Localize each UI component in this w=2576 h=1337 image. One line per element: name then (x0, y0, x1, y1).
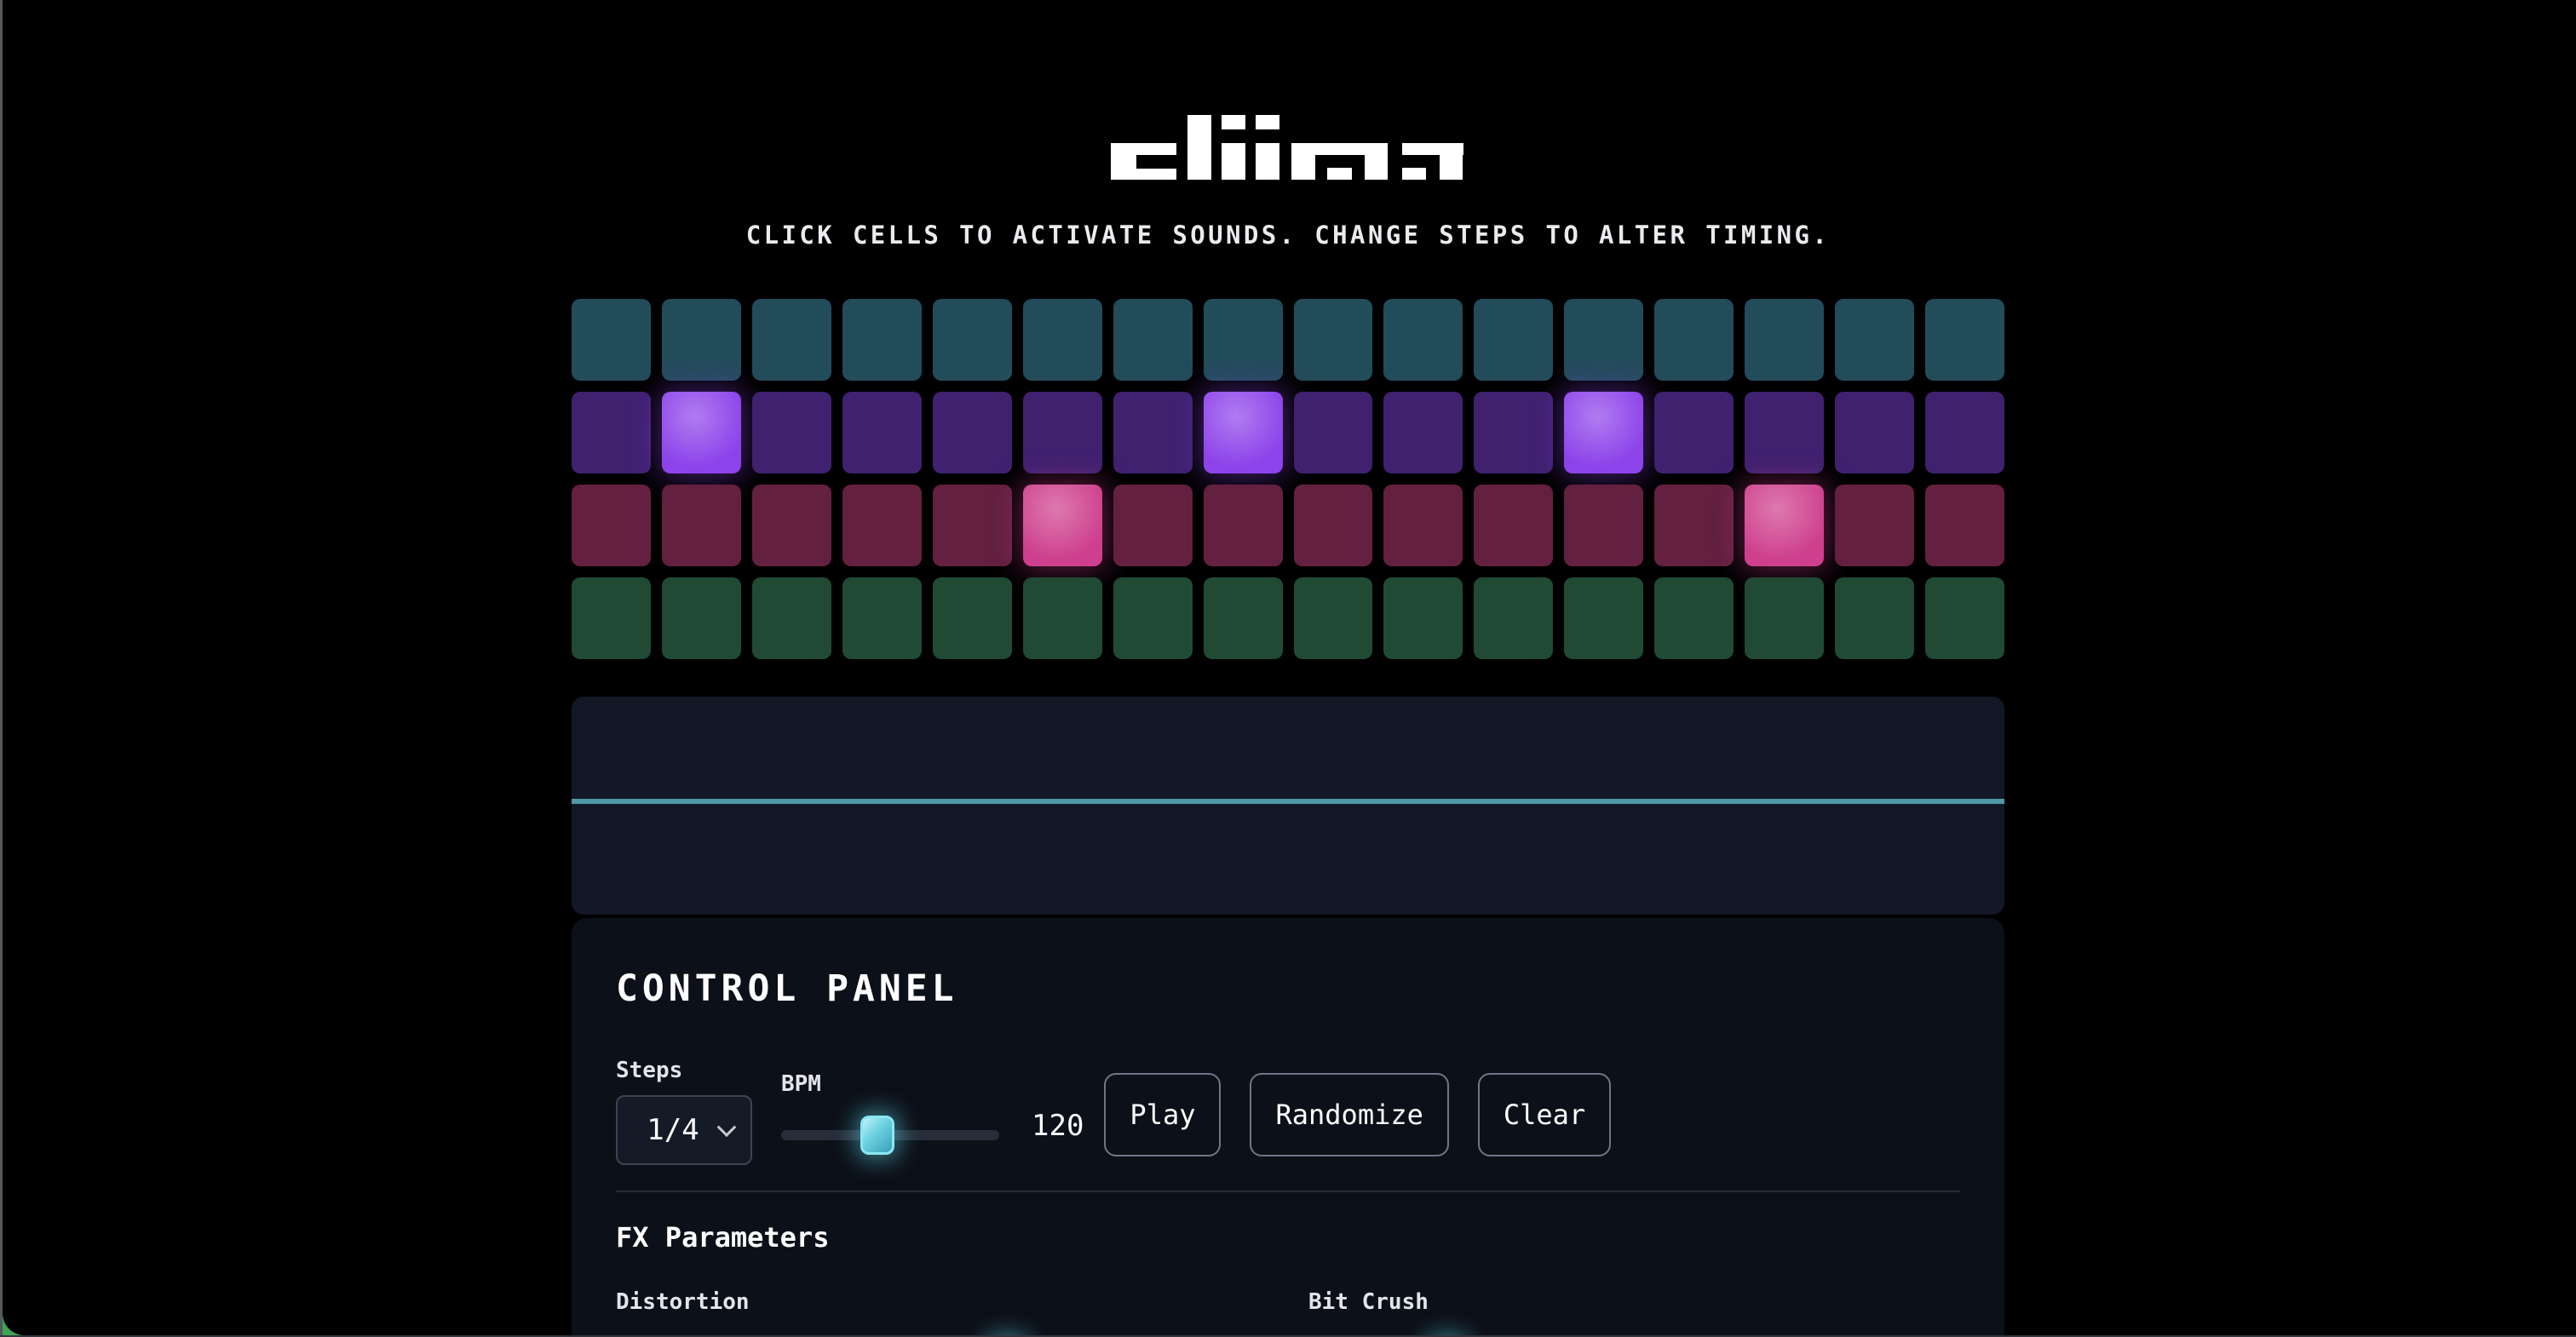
bpm-label: BPM (781, 1071, 999, 1097)
fx-param-bit-crush: Bit Crush (1308, 1289, 1960, 1337)
grid-cell[interactable] (572, 299, 651, 381)
grid-cell[interactable] (1654, 577, 1734, 659)
chevron-down-icon (717, 1117, 737, 1137)
grid-cell[interactable] (933, 577, 1012, 659)
transport-buttons: Play Randomize Clear (1104, 1073, 1611, 1156)
clear-button[interactable]: Clear (1478, 1073, 1611, 1156)
grid-cell[interactable] (1835, 485, 1914, 566)
app-logo (1111, 115, 1465, 180)
grid-cell[interactable] (1564, 392, 1643, 473)
bpm-slider-thumb[interactable] (860, 1116, 894, 1155)
bpm-slider-track[interactable] (781, 1130, 999, 1140)
grid-cell[interactable] (842, 299, 922, 381)
grid-cell[interactable] (1113, 299, 1193, 381)
grid-cell[interactable] (1113, 392, 1193, 473)
grid-cell[interactable] (933, 485, 1012, 566)
grid-cell[interactable] (1564, 299, 1643, 381)
grid-cell[interactable] (842, 392, 922, 473)
waveform-visualizer (572, 697, 2004, 915)
grid-cell[interactable] (662, 299, 741, 381)
randomize-button[interactable]: Randomize (1250, 1073, 1448, 1156)
grid-cell[interactable] (842, 485, 922, 566)
fx-param-label: Bit Crush (1308, 1289, 1960, 1315)
grid-cell[interactable] (1474, 299, 1553, 381)
grid-cell[interactable] (752, 392, 831, 473)
bpm-value: 120 (1032, 1109, 1084, 1143)
grid-cell[interactable] (1383, 577, 1463, 659)
grid-cell[interactable] (1925, 577, 2004, 659)
grid-cell[interactable] (1383, 392, 1463, 473)
waveform-line (572, 799, 2004, 804)
bpm-group: BPM (781, 1071, 999, 1155)
grid-cell[interactable] (752, 485, 831, 566)
grid-cell[interactable] (1294, 299, 1373, 381)
grid-cell[interactable] (933, 299, 1012, 381)
grid-cell[interactable] (933, 392, 1012, 473)
fx-param-label: Distortion (616, 1289, 1268, 1315)
grid-cell[interactable] (1564, 577, 1643, 659)
grid-cell[interactable] (1745, 485, 1824, 566)
app-subtitle: CLICK CELLS TO ACTIVATE SOUNDS. CHANGE S… (572, 221, 2004, 250)
grid-cell[interactable] (1204, 577, 1283, 659)
grid-cell[interactable] (1023, 485, 1102, 566)
grid-cell[interactable] (1023, 392, 1102, 473)
grid-cell[interactable] (752, 299, 831, 381)
app-header: CLICK CELLS TO ACTIVATE SOUNDS. CHANGE S… (572, 115, 2004, 250)
grid-cell[interactable] (1023, 299, 1102, 381)
fx-param-distortion: Distortion (616, 1289, 1268, 1337)
grid-cell[interactable] (1654, 299, 1734, 381)
grid-cell[interactable] (1204, 392, 1283, 473)
grid-cell[interactable] (1474, 577, 1553, 659)
grid-cell[interactable] (1383, 299, 1463, 381)
grid-cell[interactable] (1204, 485, 1283, 566)
control-panel-title: CONTROL PANEL (616, 967, 1960, 1012)
grid-cell[interactable] (1745, 577, 1824, 659)
grid-cell[interactable] (1383, 485, 1463, 566)
grid-cell[interactable] (1294, 485, 1373, 566)
grid-cell[interactable] (1564, 485, 1643, 566)
sequencer-grid (572, 299, 2004, 659)
grid-cell[interactable] (662, 485, 741, 566)
grid-cell[interactable] (1204, 299, 1283, 381)
window-left-edge (0, 0, 3, 1337)
grid-cell[interactable] (1835, 577, 1914, 659)
play-button[interactable]: Play (1104, 1073, 1221, 1156)
window-corner-mask (3, 1281, 57, 1335)
grid-cell[interactable] (1745, 392, 1824, 473)
grid-cell[interactable] (1925, 392, 2004, 473)
fx-title: FX Parameters (616, 1221, 1960, 1254)
grid-cell[interactable] (1654, 392, 1734, 473)
steps-select-value: 1/4 (647, 1113, 699, 1147)
grid-cell[interactable] (1113, 485, 1193, 566)
grid-cell[interactable] (1835, 299, 1914, 381)
grid-cell[interactable] (752, 577, 831, 659)
grid-cell[interactable] (1654, 485, 1734, 566)
app: CLICK CELLS TO ACTIVATE SOUNDS. CHANGE S… (572, 115, 2004, 1337)
grid-cell[interactable] (572, 485, 651, 566)
grid-cell[interactable] (1294, 392, 1373, 473)
steps-label: Steps (616, 1058, 752, 1083)
grid-cell[interactable] (1474, 485, 1553, 566)
fx-grid: Distortion Bit Crush (616, 1289, 1960, 1337)
grid-cell[interactable] (572, 577, 651, 659)
controls-row: Steps 1/4 BPM 120 Play Randomize Clear (616, 1058, 1960, 1165)
grid-cell[interactable] (1113, 577, 1193, 659)
control-panel: CONTROL PANEL Steps 1/4 BPM 120 P (572, 918, 2004, 1337)
grid-cell[interactable] (1835, 392, 1914, 473)
grid-cell[interactable] (1294, 577, 1373, 659)
grid-cell[interactable] (1925, 485, 2004, 566)
grid-cell[interactable] (572, 392, 651, 473)
steps-select[interactable]: 1/4 (616, 1095, 752, 1165)
grid-cell[interactable] (1474, 392, 1553, 473)
steps-group: Steps 1/4 (616, 1058, 752, 1165)
grid-cell[interactable] (662, 577, 741, 659)
grid-cell[interactable] (662, 392, 741, 473)
panel-divider (616, 1191, 1960, 1192)
grid-cell[interactable] (1925, 299, 2004, 381)
grid-cell[interactable] (1745, 299, 1824, 381)
grid-cell[interactable] (1023, 577, 1102, 659)
bpm-slider[interactable] (781, 1116, 999, 1155)
grid-cell[interactable] (842, 577, 922, 659)
